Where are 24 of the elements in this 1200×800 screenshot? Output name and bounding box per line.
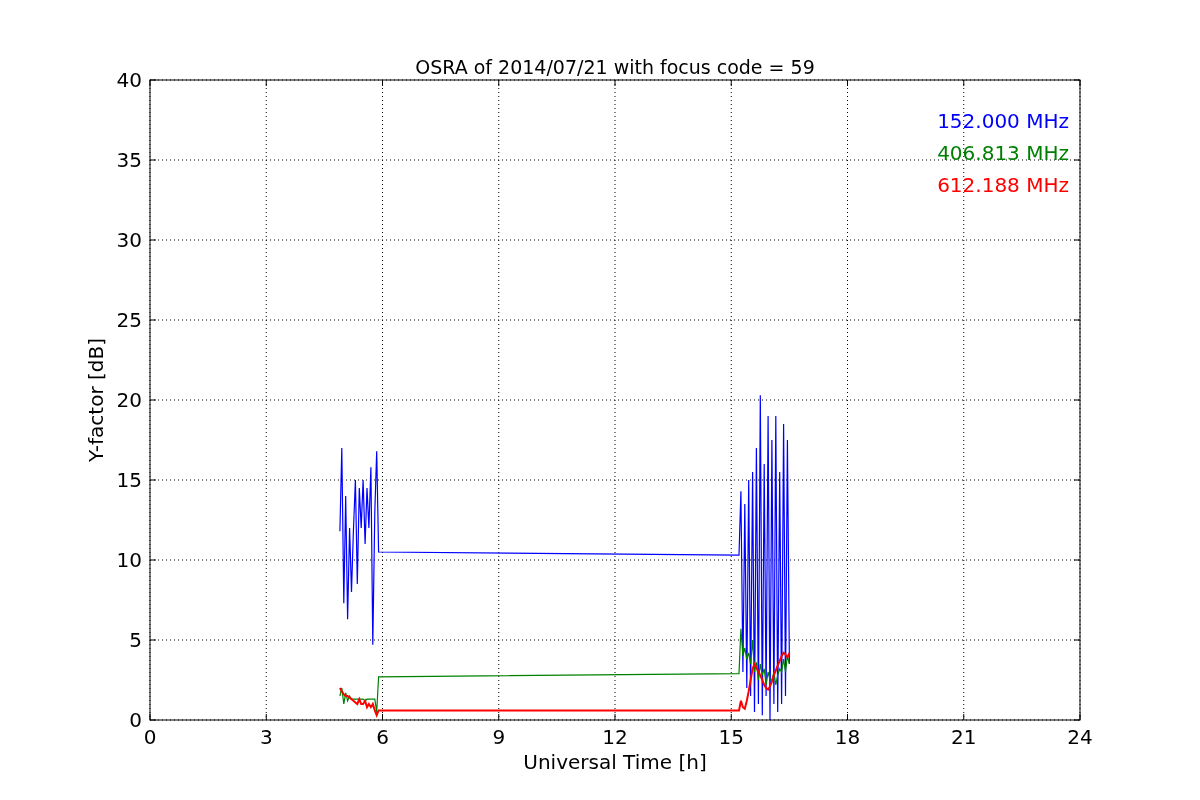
legend-label: 406.813 MHz bbox=[937, 141, 1069, 165]
y-tick-label: 10 bbox=[116, 548, 142, 572]
y-tick-label: 40 bbox=[116, 68, 142, 92]
x-tick-label: 24 bbox=[1067, 725, 1093, 749]
x-tick-label: 12 bbox=[602, 725, 628, 749]
x-axis-label: Universal Time [h] bbox=[523, 750, 707, 774]
chart-title: OSRA of 2014/07/21 with focus code = 59 bbox=[415, 56, 815, 78]
x-tick-label: 9 bbox=[492, 725, 506, 749]
x-tick-label: 18 bbox=[834, 725, 861, 749]
x-tick-label: 0 bbox=[143, 725, 157, 749]
y-axis-label: Y-factor [dB] bbox=[84, 338, 108, 462]
y-tick-label: 5 bbox=[129, 628, 142, 652]
legend-label: 152.000 MHz bbox=[937, 109, 1069, 133]
x-tick-label: 3 bbox=[259, 725, 273, 749]
y-tick-label: 15 bbox=[116, 468, 142, 492]
y-tick-label: 30 bbox=[116, 228, 142, 252]
y-tick-label: 20 bbox=[116, 388, 142, 412]
legend-label: 612.188 MHz bbox=[937, 173, 1069, 197]
y-tick-label: 0 bbox=[129, 708, 142, 732]
x-tick-label: 6 bbox=[376, 725, 389, 749]
y-tick-label: 35 bbox=[116, 148, 142, 172]
x-tick-label: 15 bbox=[718, 725, 744, 749]
y-tick-label: 25 bbox=[116, 308, 142, 332]
x-tick-label: 21 bbox=[951, 725, 977, 749]
